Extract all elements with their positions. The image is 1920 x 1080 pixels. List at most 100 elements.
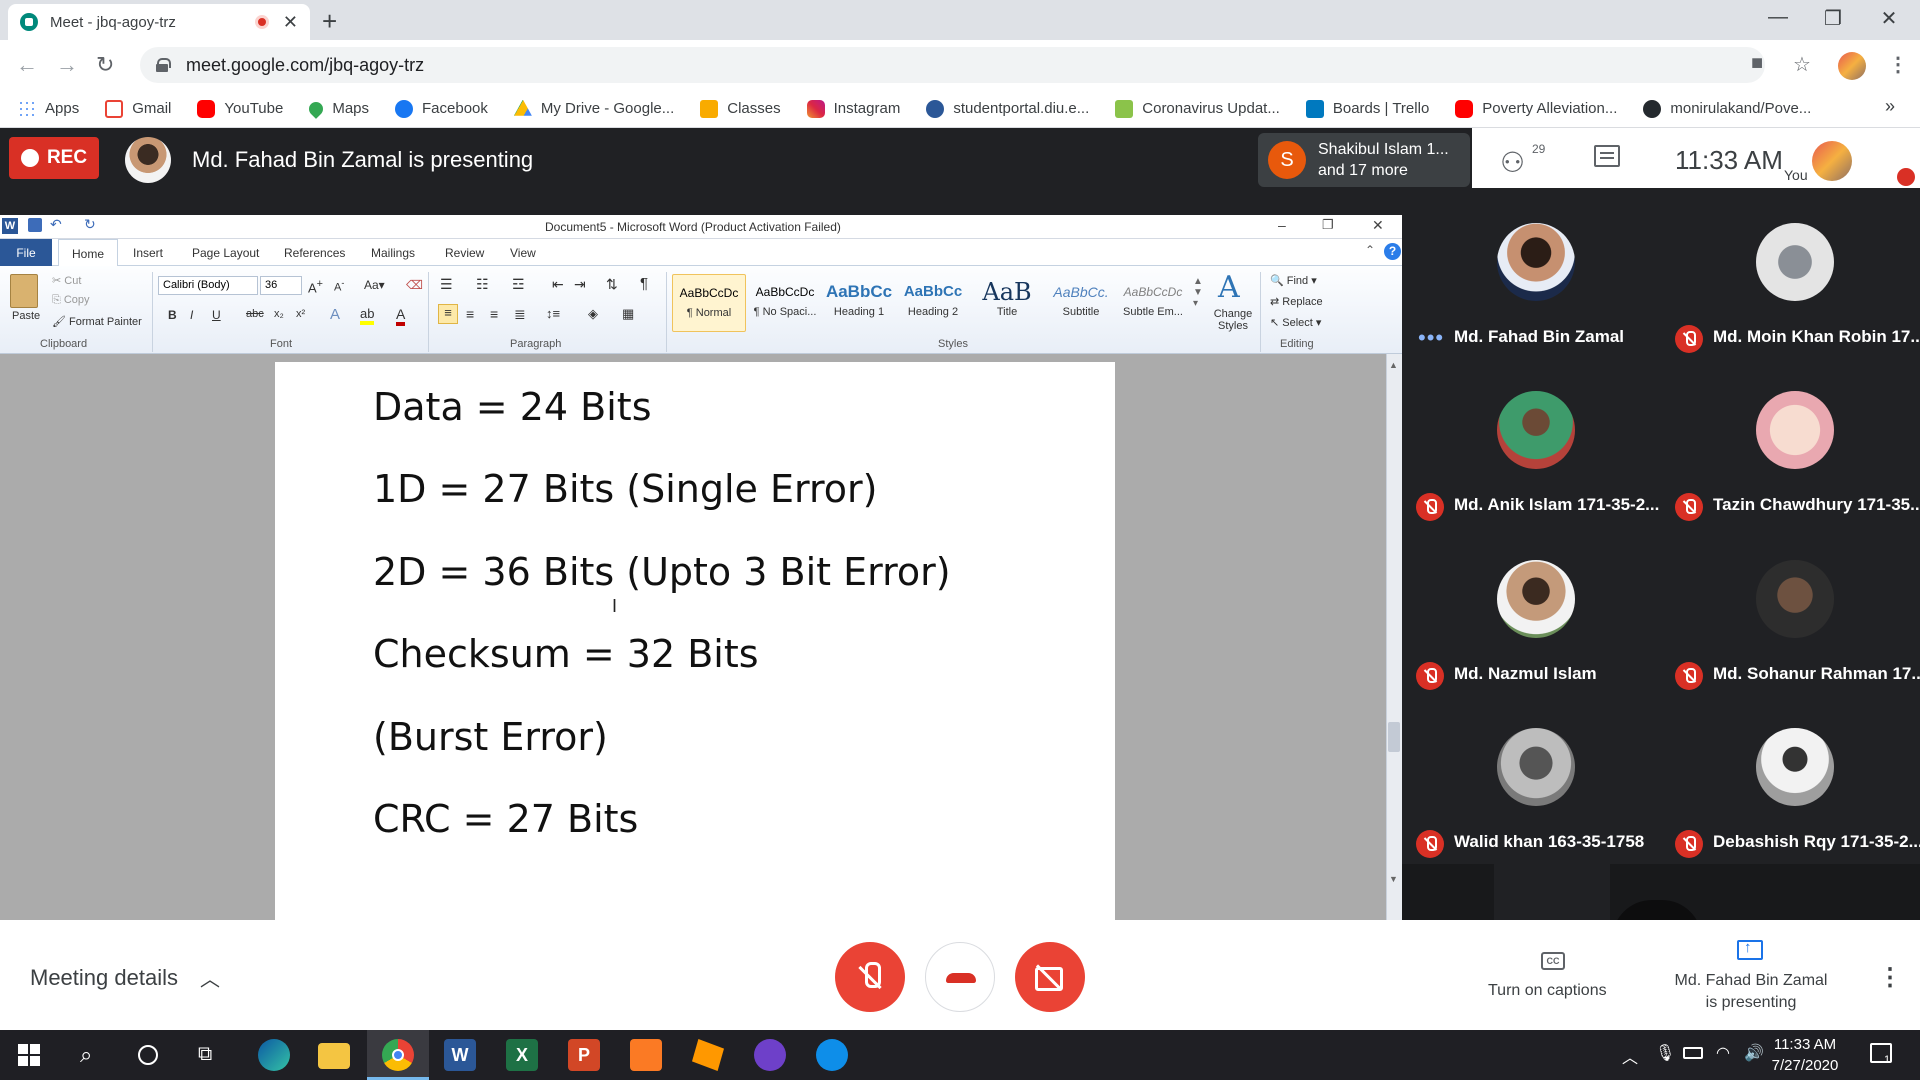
search-icon[interactable]: ⌕ [80,1042,92,1068]
change-styles-button[interactable]: Change Styles [1212,308,1254,332]
redo-icon[interactable]: ↻ [84,216,96,233]
github-desktop-icon[interactable] [754,1039,786,1071]
camera-toggle-button[interactable] [1015,942,1085,1012]
bookmark-instagram[interactable]: Instagram [806,99,900,118]
style-subtitle[interactable]: AaBbCc. Subtitle [1044,274,1118,332]
copy-button[interactable]: ⎘ Copy [52,294,90,307]
tab-mailings[interactable]: Mailings [371,246,415,260]
align-center-icon[interactable]: ≡ [466,306,474,322]
tab-references[interactable]: References [284,246,345,260]
restore-icon[interactable]: ❐ [1810,6,1856,31]
chrome-icon[interactable] [382,1039,414,1071]
camera-blocked-icon[interactable]: ■ [1751,52,1763,75]
captions-icon[interactable]: CC [1541,952,1565,970]
microphone-tray-icon[interactable]: 🎙 [1655,1043,1675,1063]
self-avatar[interactable] [1812,141,1852,181]
edge-icon[interactable] [258,1039,290,1071]
font-size-select[interactable]: 36 [260,276,302,295]
superscript-icon[interactable]: x² [296,308,305,320]
bookmark-facebook[interactable]: Facebook [395,99,488,118]
scroll-up-icon[interactable]: ▲ [1389,360,1398,370]
grow-font-icon[interactable]: A+ [308,278,323,295]
chat-icon[interactable] [1594,145,1620,167]
bookmark-classes[interactable]: Classes [700,99,781,118]
paste-icon[interactable] [10,274,38,308]
help-icon[interactable]: ? [1384,243,1401,260]
find-button[interactable]: 🔍 Find ▾ [1270,274,1317,287]
battery-icon[interactable] [1683,1047,1703,1059]
style-heading-1[interactable]: AaBbCc Heading 1 [822,274,896,332]
font-name-select[interactable]: Calibri (Body) [158,276,258,295]
participant-tile[interactable]: ••• Md. Fahad Bin Zamal [1402,203,1661,371]
more-bookmarks-icon[interactable]: » [1885,96,1895,117]
scroll-thumb[interactable] [1388,722,1400,752]
microphone-toggle-button[interactable] [835,942,905,1012]
tab-view[interactable]: View [510,246,536,260]
participant-tile[interactable]: Debashish Rqy 171-35-2... [1661,708,1920,876]
bullets-icon[interactable]: ☰ [440,276,453,293]
present-screen-icon[interactable] [1737,939,1763,960]
people-icon[interactable]: ⚇ [1500,146,1525,179]
style-heading-2[interactable]: AaBbCc Heading 2 [896,274,970,332]
participant-tile[interactable]: Md. Sohanur Rahman 17... [1661,540,1920,708]
highlight-icon[interactable]: ab [360,306,375,325]
change-styles-icon[interactable]: A [1218,270,1240,305]
participant-tile[interactable]: Md. Anik Islam 171-35-2... [1402,371,1661,539]
multilevel-list-icon[interactable]: ☲ [512,276,525,293]
line-spacing-icon[interactable]: ↕≡ [546,306,560,321]
bookmark-my-drive[interactable]: My Drive - Google... [513,99,674,118]
tab-insert[interactable]: Insert [133,246,163,260]
styles-scroll-icon[interactable]: ▲ ▼ ▾ [1193,276,1203,309]
align-left-icon[interactable]: ≡ [438,304,458,324]
chrome-menu-icon[interactable]: ⋮ [1888,52,1908,77]
captions-button[interactable]: Turn on captions [1488,982,1607,1000]
align-right-icon[interactable]: ≡ [490,306,498,322]
italic-icon[interactable]: I [190,308,193,322]
bookmark-coronavirus[interactable]: Coronavirus Updat... [1115,99,1280,118]
save-icon[interactable] [28,218,42,232]
replace-button[interactable]: ⇄ Replace [1270,295,1323,308]
minimize-icon[interactable]: — [1755,6,1801,29]
wifi-icon[interactable]: ◠ [1716,1043,1730,1063]
new-tab-button[interactable]: + [322,6,337,37]
word-restore-icon[interactable]: ❐ [1322,217,1334,233]
bookmark-star-icon[interactable]: ☆ [1793,52,1811,77]
tab-home[interactable]: Home [58,239,118,267]
select-button[interactable]: ↖ Select ▾ [1270,316,1321,329]
show-paragraph-marks-icon[interactable]: ¶ [640,275,648,292]
document-scrollbar[interactable]: ▲ ▼ [1386,354,1402,920]
scroll-down-icon[interactable]: ▼ [1389,874,1398,884]
change-case-icon[interactable]: Aa▾ [364,278,385,292]
forward-icon[interactable]: → [56,52,78,78]
style-normal[interactable]: AaBbCcDc ¶ Normal [672,274,746,332]
tab-close-icon[interactable]: ✕ [283,12,298,33]
window-close-icon[interactable]: ✕ [1866,6,1912,31]
text-effects-icon[interactable]: A [330,306,340,323]
xampp-icon[interactable] [630,1039,662,1071]
back-icon[interactable]: ← [16,52,38,78]
undo-icon[interactable]: ↶ [50,216,62,233]
strikethrough-icon[interactable]: abc [246,308,264,320]
cortana-icon[interactable] [138,1045,158,1065]
participant-tile[interactable]: Md. Nazmul Islam [1402,540,1661,708]
leave-call-button[interactable] [925,942,995,1012]
tab-review[interactable]: Review [445,246,484,260]
file-explorer-icon[interactable] [318,1043,350,1069]
more-options-icon[interactable]: ⋮ [1878,963,1902,992]
sort-icon[interactable]: ⇅ [606,276,618,293]
bookmark-maps[interactable]: Maps [306,98,369,119]
volume-icon[interactable]: 🔊 [1744,1043,1764,1063]
clear-formatting-icon[interactable]: ⌫ [406,278,423,292]
bookmark-youtube[interactable]: YouTube [197,99,283,118]
word-minimize-icon[interactable]: – [1278,217,1286,233]
profile-avatar[interactable] [1838,52,1866,80]
browser-tab[interactable]: Meet - jbq-agoy-trz ✕ [8,4,310,40]
minimize-ribbon-icon[interactable]: ⌃ [1365,243,1375,257]
participant-tile[interactable]: Md. Moin Khan Robin 17... [1661,203,1920,371]
increase-indent-icon[interactable]: ⇥ [574,276,586,293]
style-subtle-emphasis[interactable]: AaBbCcDc Subtle Em... [1116,274,1190,332]
bookmark-poverty-alleviation[interactable]: Poverty Alleviation... [1455,99,1617,118]
shading-icon[interactable]: ◈ [588,306,598,322]
participant-tile[interactable]: Tazin Chawdhury 171-35... [1661,371,1920,539]
word-icon[interactable]: W [444,1039,476,1071]
